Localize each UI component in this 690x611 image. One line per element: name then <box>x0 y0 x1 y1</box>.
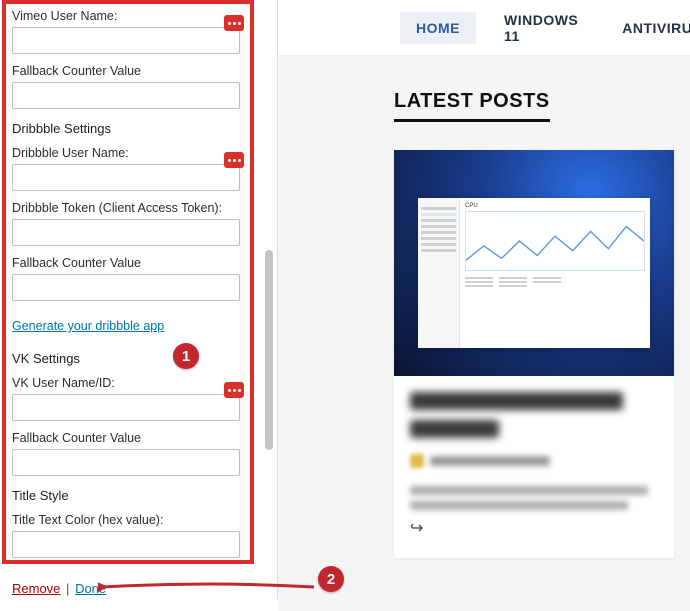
vk-section-title: VK Settings <box>12 351 246 366</box>
password-manager-icon[interactable] <box>224 15 244 31</box>
dribbble-token-label: Dribbble Token (Client Access Token): <box>12 201 246 215</box>
site-nav: HOME WINDOWS 11 ANTIVIRUS <box>278 0 690 56</box>
vimeo-user-input[interactable] <box>12 27 240 54</box>
settings-scroll-area: Vimeo User Name: Fallback Counter Value … <box>0 0 258 570</box>
vk-fallback-input[interactable] <box>12 449 240 476</box>
dribbble-section-title: Dribbble Settings <box>12 121 246 136</box>
vimeo-user-label: Vimeo User Name: <box>12 9 246 23</box>
action-separator: | <box>66 581 69 596</box>
task-manager-window: CPU <box>418 198 650 348</box>
remove-link[interactable]: Remove <box>12 581 60 596</box>
dribbble-token-input[interactable] <box>12 219 240 246</box>
post-title-blur <box>410 392 623 410</box>
post-title-blur <box>410 420 499 438</box>
cpu-label: CPU <box>465 203 645 209</box>
done-link[interactable]: Done <box>75 581 106 596</box>
vimeo-fallback-label: Fallback Counter Value <box>12 64 246 78</box>
nav-windows11[interactable]: WINDOWS 11 <box>488 4 594 52</box>
post-card[interactable]: CPU <box>394 150 674 558</box>
widget-actions: Remove | Done <box>12 581 106 596</box>
annotation-callout-2: 2 <box>318 566 344 592</box>
post-meta-blur <box>430 456 550 466</box>
title-color-input[interactable] <box>12 531 240 558</box>
dribbble-user-label: Dribbble User Name: <box>12 146 246 160</box>
annotation-callout-1: 1 <box>173 343 199 369</box>
password-manager-icon[interactable] <box>224 152 244 168</box>
cpu-graph <box>465 211 645 271</box>
nav-antivirus[interactable]: ANTIVIRUS <box>606 12 690 44</box>
dribbble-fallback-label: Fallback Counter Value <box>12 256 246 270</box>
title-style-section: Title Style <box>12 488 246 503</box>
title-color-label: Title Text Color (hex value): <box>12 513 246 527</box>
vk-user-label: VK User Name/ID: <box>12 376 246 390</box>
vimeo-fallback-input[interactable] <box>12 82 240 109</box>
nav-home[interactable]: HOME <box>400 12 476 44</box>
scrollbar-thumb[interactable] <box>265 250 273 450</box>
post-thumbnail: CPU <box>394 150 674 376</box>
latest-posts-heading: LATEST POSTS <box>394 90 550 122</box>
post-body: ↪ <box>394 376 674 558</box>
generate-dribbble-link[interactable]: Generate your dribbble app <box>12 319 164 333</box>
vk-fallback-label: Fallback Counter Value <box>12 431 246 445</box>
post-excerpt-blur <box>410 486 648 495</box>
share-icon[interactable]: ↪ <box>410 518 658 538</box>
dribbble-fallback-input[interactable] <box>12 274 240 301</box>
site-preview: HOME WINDOWS 11 ANTIVIRUS LATEST POSTS C… <box>278 0 690 611</box>
post-excerpt-blur <box>410 501 628 510</box>
vk-user-input[interactable] <box>12 394 240 421</box>
widget-settings-panel: Vimeo User Name: Fallback Counter Value … <box>0 0 278 600</box>
password-manager-icon[interactable] <box>224 382 244 398</box>
dribbble-user-input[interactable] <box>12 164 240 191</box>
author-avatar-blur <box>410 454 424 468</box>
